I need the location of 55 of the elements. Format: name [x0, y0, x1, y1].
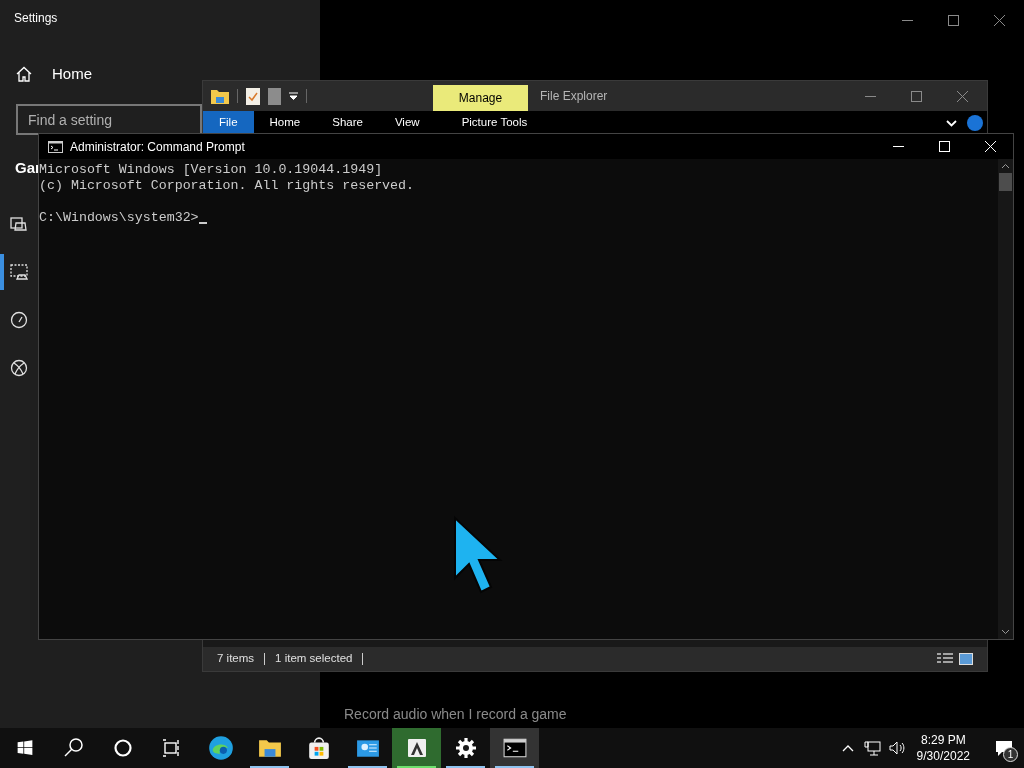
maximize-icon	[947, 14, 959, 26]
windows-logo-icon	[15, 739, 34, 757]
command-prompt: C:\Windows\system32>	[39, 210, 199, 226]
game-bar-icon	[10, 215, 28, 233]
chevron-up-icon[interactable]	[841, 744, 854, 752]
circle-icon	[111, 737, 134, 759]
notification-badge: 1	[1003, 747, 1018, 762]
volume-icon[interactable]	[888, 741, 905, 755]
clock[interactable]: 8:29 PM 9/30/2022	[916, 732, 970, 764]
window-title: Settings	[14, 10, 58, 27]
status-text: 7 items	[217, 651, 255, 667]
terminal-icon	[502, 736, 527, 760]
folder-icon[interactable]	[211, 88, 229, 104]
window-title: Administrator: Command Prompt	[70, 138, 245, 156]
details-view-icon[interactable]	[937, 653, 953, 665]
maximize-icon	[938, 141, 950, 152]
dropdown-icon[interactable]	[289, 92, 298, 100]
close-icon	[993, 14, 1005, 26]
taskbar-button[interactable]	[490, 728, 539, 768]
chevron-down-icon[interactable]	[946, 119, 957, 127]
status-text: 1 item selected	[275, 651, 353, 667]
text-cursor	[198, 222, 207, 224]
context-tab[interactable]: Manage	[433, 85, 528, 111]
thumbnail-view-icon[interactable]	[959, 653, 973, 665]
scroll-thumb[interactable]	[999, 173, 1012, 191]
document-icon[interactable]	[268, 87, 281, 105]
terminal-icon	[48, 140, 63, 153]
letter-a-tile-icon	[405, 737, 428, 759]
help-icon[interactable]	[967, 115, 983, 131]
nav-item[interactable]: Home	[16, 63, 92, 86]
ribbon-tab[interactable]: Home	[253, 111, 317, 135]
taskbar-button[interactable]	[392, 728, 441, 768]
section-title: Gar	[15, 158, 41, 178]
shopping-bag-icon	[306, 736, 331, 760]
close-icon	[984, 141, 996, 152]
search-field[interactable]: Find a setting	[16, 104, 202, 135]
ribbon-tab[interactable]: File	[203, 111, 254, 135]
ribbon-tab[interactable]: Picture Tools	[445, 111, 544, 135]
console-output: Microsoft Windows [Version 10.0.19044.1949] (c) Microsoft Corporation. All rights reserved.	[39, 162, 415, 194]
scrollbar[interactable]	[998, 159, 1013, 639]
close-icon	[956, 90, 968, 102]
option-label: Record audio when I record a game	[344, 705, 567, 724]
search-icon	[62, 737, 85, 759]
network-icon[interactable]	[863, 740, 881, 756]
xbox-icon	[10, 359, 28, 377]
capture-icon	[10, 263, 28, 281]
notification-button[interactable]: 1	[984, 728, 1024, 768]
ribbon-tab[interactable]: Share	[316, 111, 379, 135]
home-icon	[16, 66, 32, 83]
window-title: File Explorer	[540, 88, 608, 105]
settings-icon	[454, 737, 477, 759]
ribbon-tab[interactable]: View	[378, 111, 436, 135]
maximize-icon	[910, 90, 922, 102]
checklist-icon[interactable]	[246, 87, 260, 105]
gauge-icon	[10, 311, 28, 329]
